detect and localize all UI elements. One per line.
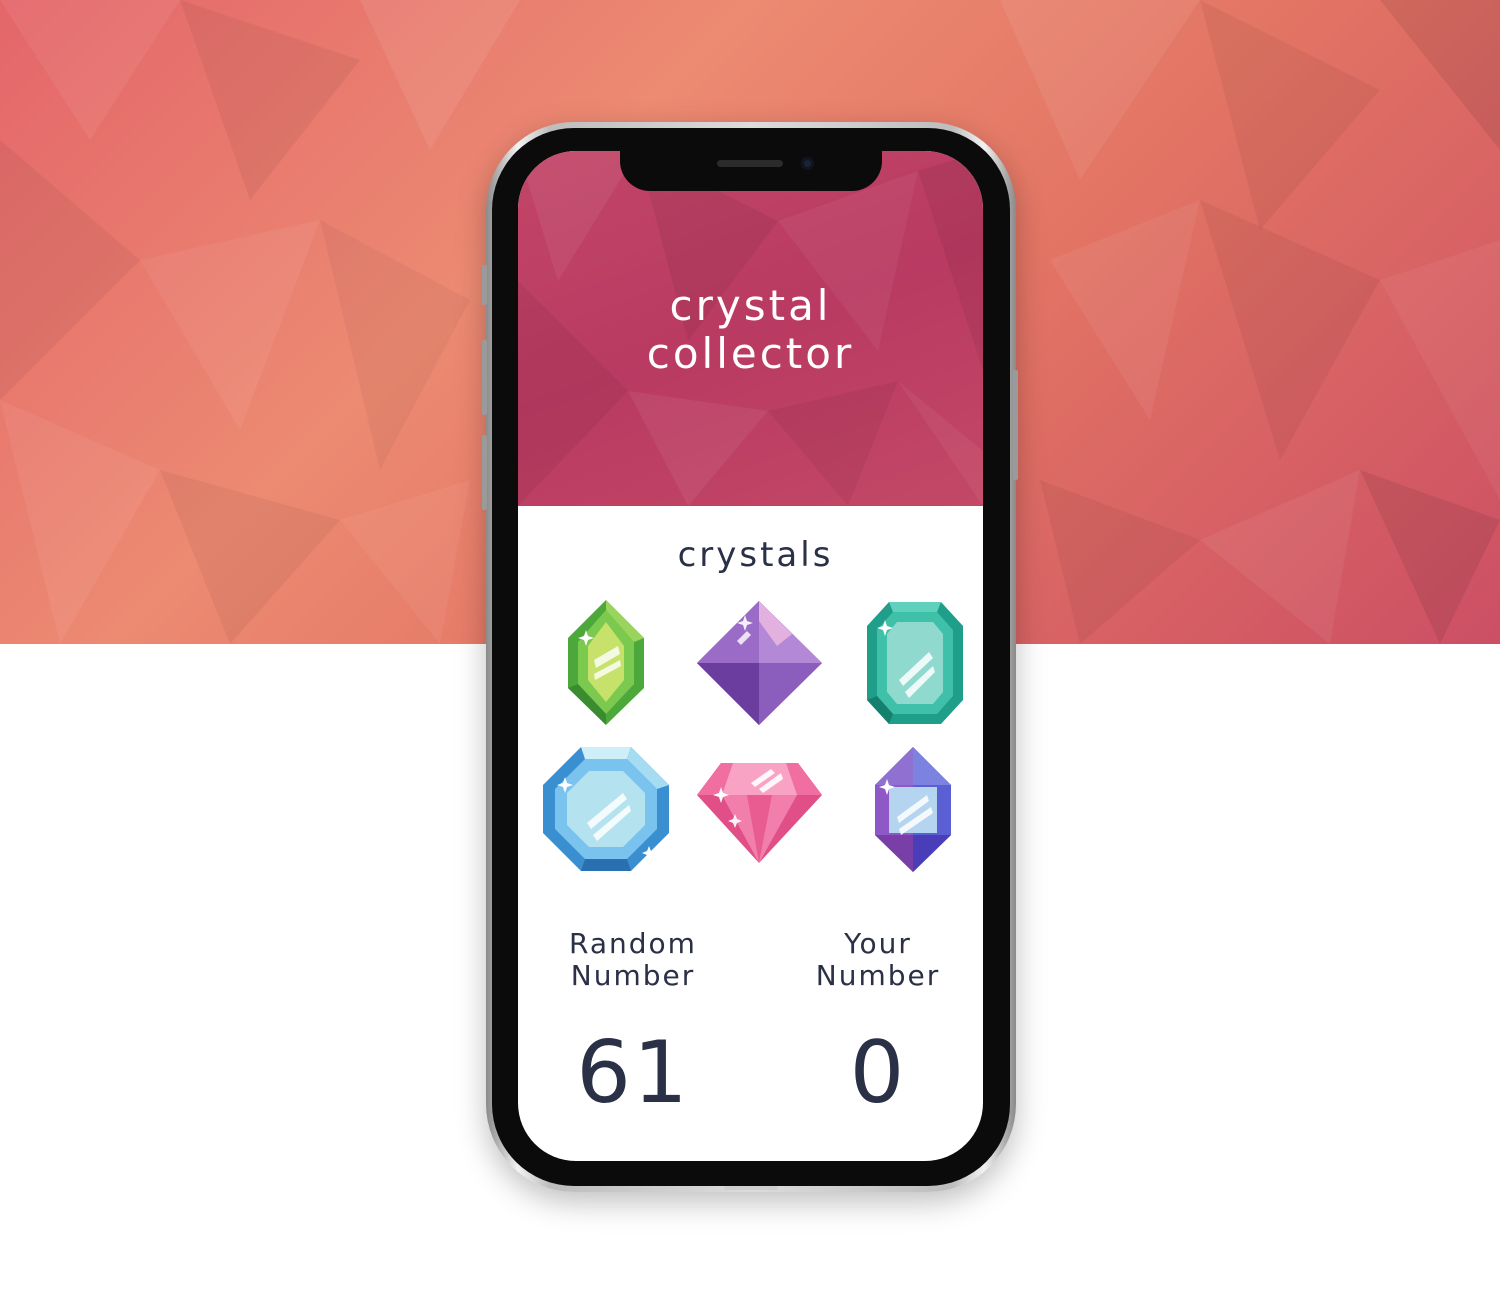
random-number-label: Random Number (523, 928, 743, 992)
violet-crystal-button[interactable] (873, 747, 953, 872)
your-number-label-line1: Your (844, 927, 912, 960)
crystals-heading: crystals (677, 535, 834, 575)
green-crystal-button[interactable] (566, 600, 646, 725)
random-number-value: 61 (576, 1023, 690, 1123)
front-camera (801, 157, 814, 170)
app-title-line1: crystal (669, 281, 832, 330)
random-number-label-line1: Random (569, 927, 697, 960)
your-number-label: Your Number (768, 928, 988, 992)
purple-crystal-button[interactable] (697, 601, 822, 725)
pink-crystal-button[interactable] (697, 763, 822, 863)
teal-crystal-button[interactable] (867, 602, 963, 724)
app-title: crystal collector (518, 282, 983, 378)
power-button (1013, 370, 1018, 480)
phone-notch (620, 151, 882, 191)
mute-switch (482, 265, 487, 305)
your-number-label-line2: Number (815, 959, 941, 992)
your-number-value: 0 (849, 1023, 907, 1123)
random-number-label-line2: Number (570, 959, 696, 992)
volume-down-button (482, 435, 487, 510)
earpiece-speaker (717, 160, 783, 167)
home-indicator (724, 1186, 778, 1190)
blue-crystal-button[interactable] (543, 747, 669, 871)
app-title-line2: collector (646, 329, 855, 378)
volume-up-button (482, 340, 487, 415)
